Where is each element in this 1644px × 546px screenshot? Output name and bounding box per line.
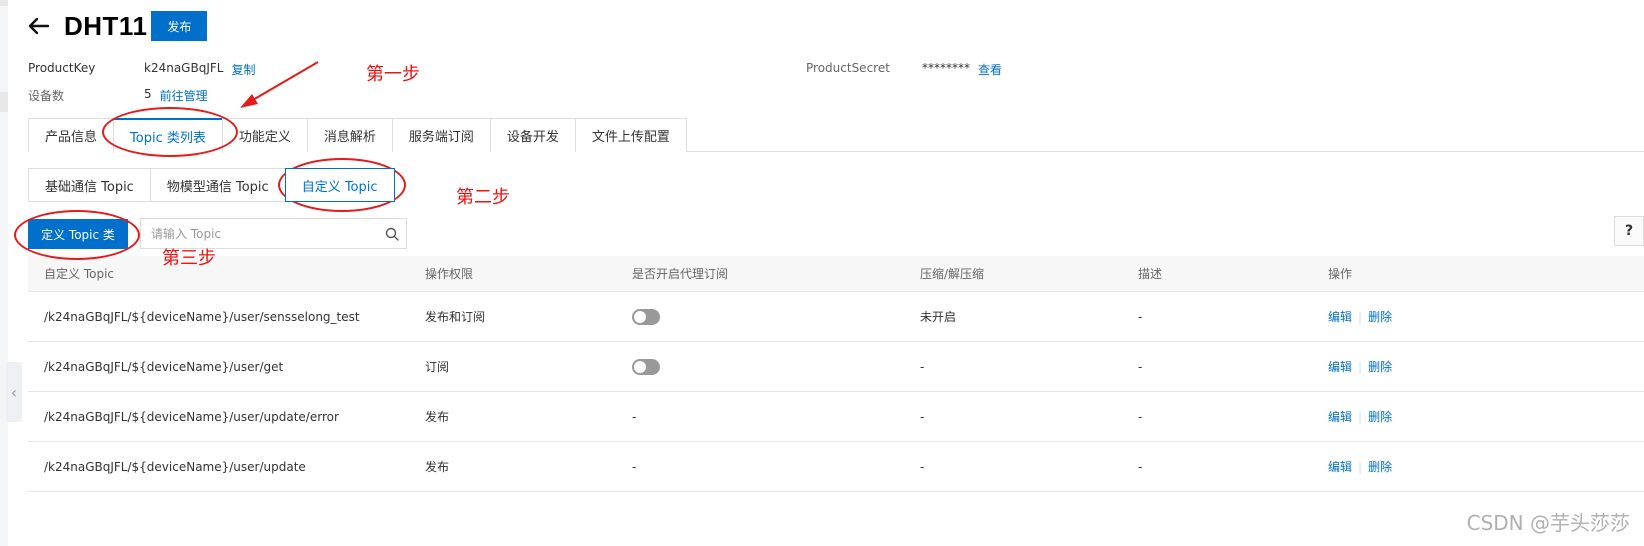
edit-link[interactable]: 编辑	[1328, 458, 1352, 475]
chevron-left-icon: ‹	[10, 382, 18, 402]
tab-custom-topic[interactable]: 自定义 Topic	[284, 168, 395, 202]
sidebar-segment	[0, 0, 8, 6]
divider: |	[1358, 459, 1363, 474]
product-secret-group: ******** 查看	[922, 61, 1002, 78]
tab-file-upload-config[interactable]: 文件上传配置	[574, 118, 687, 152]
topic-sub-tabs: 基础通信 Topic 物模型通信 Topic 自定义 Topic	[28, 168, 395, 202]
table-row: /k24naGBqJFL/${deviceName}/user/update/e…	[28, 392, 1644, 442]
tab-device-development[interactable]: 设备开发	[489, 118, 576, 152]
edit-link[interactable]: 编辑	[1328, 408, 1352, 425]
description-cell: -	[1138, 409, 1143, 424]
description-cell: -	[1138, 359, 1143, 374]
main-tabs: 产品信息 Topic 类列表 功能定义 消息解析 服务端订阅 设备开发 文件上传…	[28, 118, 1644, 153]
column-header-actions: 操作	[1328, 267, 1353, 281]
compress-cell: 未开启	[920, 310, 957, 324]
description-cell: -	[1138, 459, 1143, 474]
tab-function-definition[interactable]: 功能定义	[221, 118, 308, 152]
publish-button[interactable]: 发布	[151, 11, 208, 41]
annotation-arrow	[240, 61, 319, 108]
permission-cell: 订阅	[425, 360, 450, 374]
actions-cell: 编辑 | 删除	[1312, 458, 1644, 475]
topic-cell: /k24naGBqJFL/${deviceName}/user/update/e…	[44, 409, 339, 424]
page-header: DHT11 发布	[28, 8, 208, 44]
description-cell: -	[1138, 309, 1143, 324]
help-button[interactable]: ?	[1614, 216, 1644, 246]
column-header-proxy-subscription: 是否开启代理订阅	[632, 267, 729, 281]
product-key-value: k24naGBqJFL	[144, 61, 224, 75]
manage-devices-link[interactable]: 前往管理	[160, 87, 208, 104]
sidebar-segment	[0, 92, 8, 112]
product-key-label: ProductKey	[28, 61, 96, 75]
delete-link[interactable]: 删除	[1368, 358, 1392, 375]
edit-link[interactable]: 编辑	[1328, 308, 1352, 325]
delete-link[interactable]: 删除	[1368, 408, 1392, 425]
arrow-left-icon	[28, 17, 50, 35]
topic-table: 自定义 Topic 操作权限 是否开启代理订阅 压缩/解压缩 描述 操作 /k2…	[28, 256, 1644, 492]
search-icon[interactable]	[378, 227, 406, 241]
table-row: /k24naGBqJFL/${deviceName}/user/sensselo…	[28, 292, 1644, 342]
tab-message-parsing[interactable]: 消息解析	[306, 118, 393, 152]
delete-link[interactable]: 删除	[1368, 308, 1392, 325]
device-count-group: 5 前往管理	[144, 87, 208, 104]
column-header-description: 描述	[1138, 267, 1163, 281]
permission-cell: 发布	[425, 460, 450, 474]
tab-basic-topic[interactable]: 基础通信 Topic	[28, 168, 151, 202]
column-header-topic: 自定义 Topic	[44, 267, 114, 281]
annotation-step-one: 第一步	[366, 64, 420, 85]
topic-cell: /k24naGBqJFL/${deviceName}/user/get	[44, 359, 284, 374]
view-secret-link[interactable]: 查看	[978, 61, 1002, 78]
divider: |	[1358, 409, 1363, 424]
compress-cell: -	[920, 359, 925, 374]
page-title: DHT11	[64, 10, 148, 41]
left-sidebar-strip	[0, 0, 8, 546]
compress-cell: -	[920, 459, 925, 474]
tab-topic-list[interactable]: Topic 类列表	[113, 118, 223, 153]
table-header: 自定义 Topic 操作权限 是否开启代理订阅 压缩/解压缩 描述 操作	[28, 256, 1644, 292]
topic-cell: /k24naGBqJFL/${deviceName}/user/sensselo…	[44, 309, 360, 324]
proxy-cell	[616, 358, 904, 375]
permission-cell: 发布和订阅	[425, 310, 486, 324]
watermark: CSDN @芋头莎莎	[1466, 511, 1630, 535]
device-count-value: 5	[144, 87, 152, 101]
table-row: /k24naGBqJFL/${deviceName}/user/get 订阅 -…	[28, 342, 1644, 392]
back-button[interactable]	[28, 14, 52, 38]
proxy-cell	[616, 308, 904, 325]
actions-cell: 编辑 | 删除	[1312, 408, 1644, 425]
product-secret-value: ********	[922, 61, 970, 75]
column-header-compression: 压缩/解压缩	[920, 267, 985, 281]
proxy-subscription-toggle[interactable]	[632, 358, 660, 375]
annotation-step-three: 第三步	[162, 248, 216, 269]
table-row: /k24naGBqJFL/${deviceName}/user/update 发…	[28, 442, 1644, 492]
compress-cell: -	[920, 409, 925, 424]
tab-server-subscription[interactable]: 服务端订阅	[391, 118, 491, 152]
edit-link[interactable]: 编辑	[1328, 358, 1352, 375]
divider: |	[1358, 309, 1363, 324]
topic-cell: /k24naGBqJFL/${deviceName}/user/update	[44, 459, 306, 474]
sidebar-collapse-handle[interactable]: ‹	[6, 362, 22, 422]
device-count-label: 设备数	[28, 89, 65, 103]
divider: |	[1358, 359, 1363, 374]
proxy-cell: -	[632, 459, 637, 474]
tab-product-info[interactable]: 产品信息	[28, 118, 115, 152]
column-header-permission: 操作权限	[425, 267, 474, 281]
define-topic-class-button[interactable]: 定义 Topic 类	[28, 219, 128, 249]
product-secret-label: ProductSecret	[806, 61, 890, 75]
delete-link[interactable]: 删除	[1368, 458, 1392, 475]
actions-cell: 编辑 | 删除	[1312, 308, 1644, 325]
permission-cell: 发布	[425, 410, 450, 424]
proxy-cell: -	[632, 409, 637, 424]
proxy-subscription-toggle[interactable]	[632, 308, 660, 325]
tab-thing-model-topic[interactable]: 物模型通信 Topic	[149, 168, 286, 202]
annotation-step-two: 第二步	[456, 187, 510, 208]
actions-cell: 编辑 | 删除	[1312, 358, 1644, 375]
